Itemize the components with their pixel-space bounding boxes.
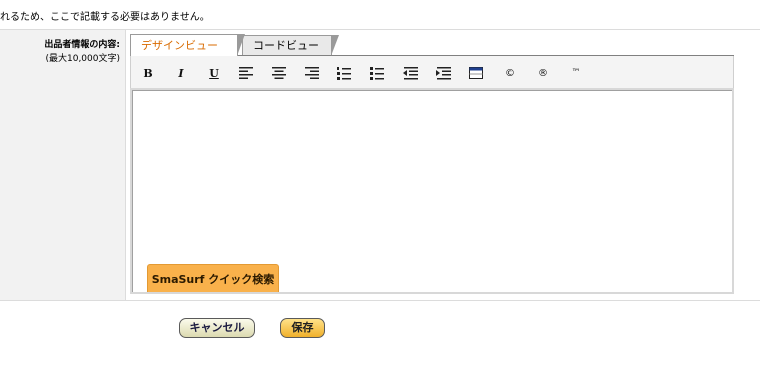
tab-code-view[interactable]: コードビュー <box>242 35 339 56</box>
cancel-button[interactable]: キャンセル <box>179 318 255 338</box>
trademark-icon[interactable]: ™ <box>567 65 585 81</box>
notice-text: れるため、ここで記載する必要はありません。 <box>0 12 210 23</box>
unordered-list-icon[interactable] <box>368 65 386 81</box>
rich-text-editor: デザインビュー コードビュー B I U © ® ™ SmaSurf クイック検… <box>130 34 734 294</box>
field-label: 出品者情報の内容: <box>44 40 120 50</box>
editor-toolbar: B I U © ® ™ <box>130 56 734 88</box>
registered-icon[interactable]: ® <box>534 65 552 81</box>
field-label-cell: 出品者情報の内容: (最大10,000文字) <box>0 30 126 300</box>
align-center-icon[interactable] <box>270 65 288 81</box>
bold-icon[interactable]: B <box>139 65 157 81</box>
smasurf-quick-search-tab[interactable]: SmaSurf クイック検索 <box>147 264 279 292</box>
align-right-icon[interactable] <box>303 65 321 81</box>
copyright-icon[interactable]: © <box>501 65 519 81</box>
field-char-limit: (最大10,000文字) <box>45 54 120 64</box>
editor-tabs: デザインビュー コードビュー <box>130 34 734 56</box>
indent-icon[interactable] <box>434 65 452 81</box>
divider-bottom <box>0 300 760 301</box>
italic-icon[interactable]: I <box>172 65 190 81</box>
ordered-list-icon[interactable] <box>335 65 353 81</box>
align-left-icon[interactable] <box>237 65 255 81</box>
save-button[interactable]: 保存 <box>280 318 325 338</box>
table-icon[interactable] <box>467 65 485 81</box>
outdent-icon[interactable] <box>401 65 419 81</box>
underline-icon[interactable]: U <box>205 65 223 81</box>
tab-design-view[interactable]: デザインビュー <box>130 34 245 56</box>
